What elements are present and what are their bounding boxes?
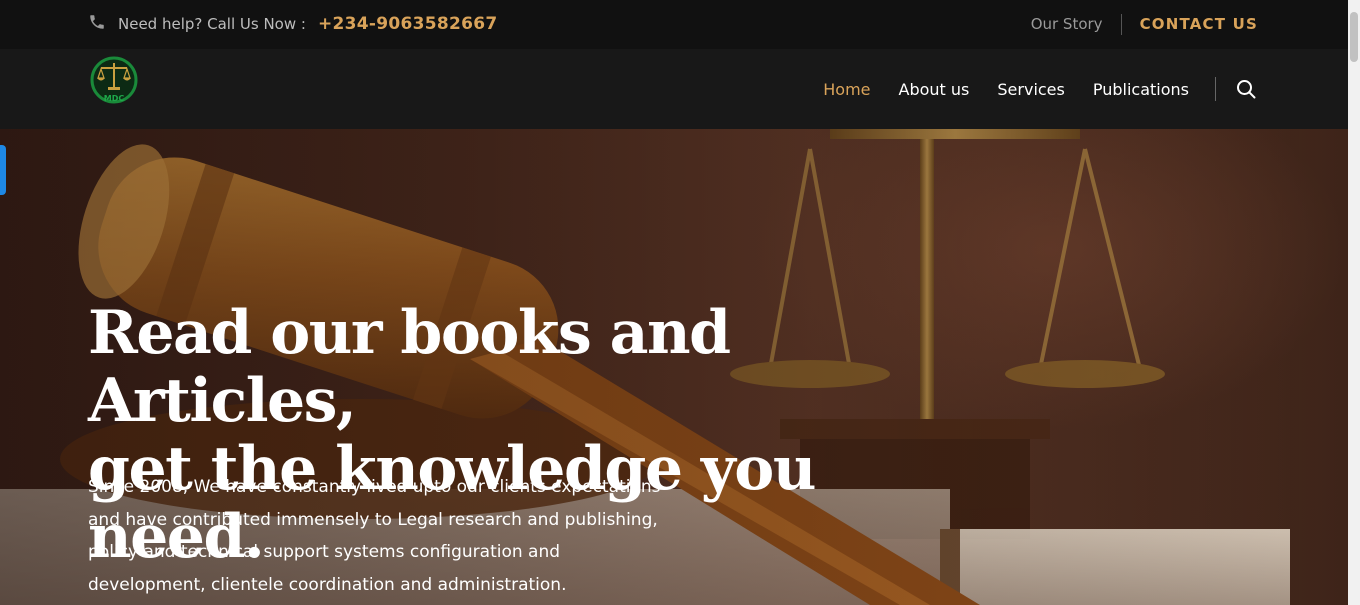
scrollbar-thumb[interactable] [1350, 12, 1358, 62]
our-story-link[interactable]: Our Story [1031, 15, 1121, 33]
search-icon[interactable] [1236, 79, 1256, 99]
top-links: Our Story CONTACT US [1031, 12, 1258, 36]
nav-menu: Home About us Services Publications [795, 76, 1256, 102]
nav-item-about-us[interactable]: About us [899, 80, 970, 99]
nav-divider [1215, 77, 1216, 101]
side-feedback-tab[interactable] [0, 145, 6, 195]
logo[interactable]: MDC [88, 54, 140, 106]
nav-item-services[interactable]: Services [997, 80, 1064, 99]
phone-number-link[interactable]: +234-9063582667 [318, 14, 498, 34]
top-bar: Need help? Call Us Now : +234-9063582667… [0, 0, 1348, 49]
hero-description: Since 2008, We have constantly lived upt… [88, 477, 661, 595]
help-label: Need help? Call Us Now : [118, 15, 306, 33]
main-navbar: MDC Home About us Services Publications [0, 49, 1348, 129]
headline-line-1: Read our books and Articles, [88, 298, 731, 436]
help-line: Need help? Call Us Now : +234-9063582667 [88, 11, 498, 37]
hero-banner: Read our books and Articles, get the kno… [0, 129, 1348, 605]
nav-item-publications[interactable]: Publications [1093, 80, 1189, 99]
phone-icon [88, 13, 106, 35]
page-scrollbar[interactable] [1348, 0, 1360, 605]
nav-item-home[interactable]: Home [823, 80, 870, 99]
svg-text:MDC: MDC [104, 94, 125, 103]
contact-us-link[interactable]: CONTACT US [1122, 15, 1258, 33]
